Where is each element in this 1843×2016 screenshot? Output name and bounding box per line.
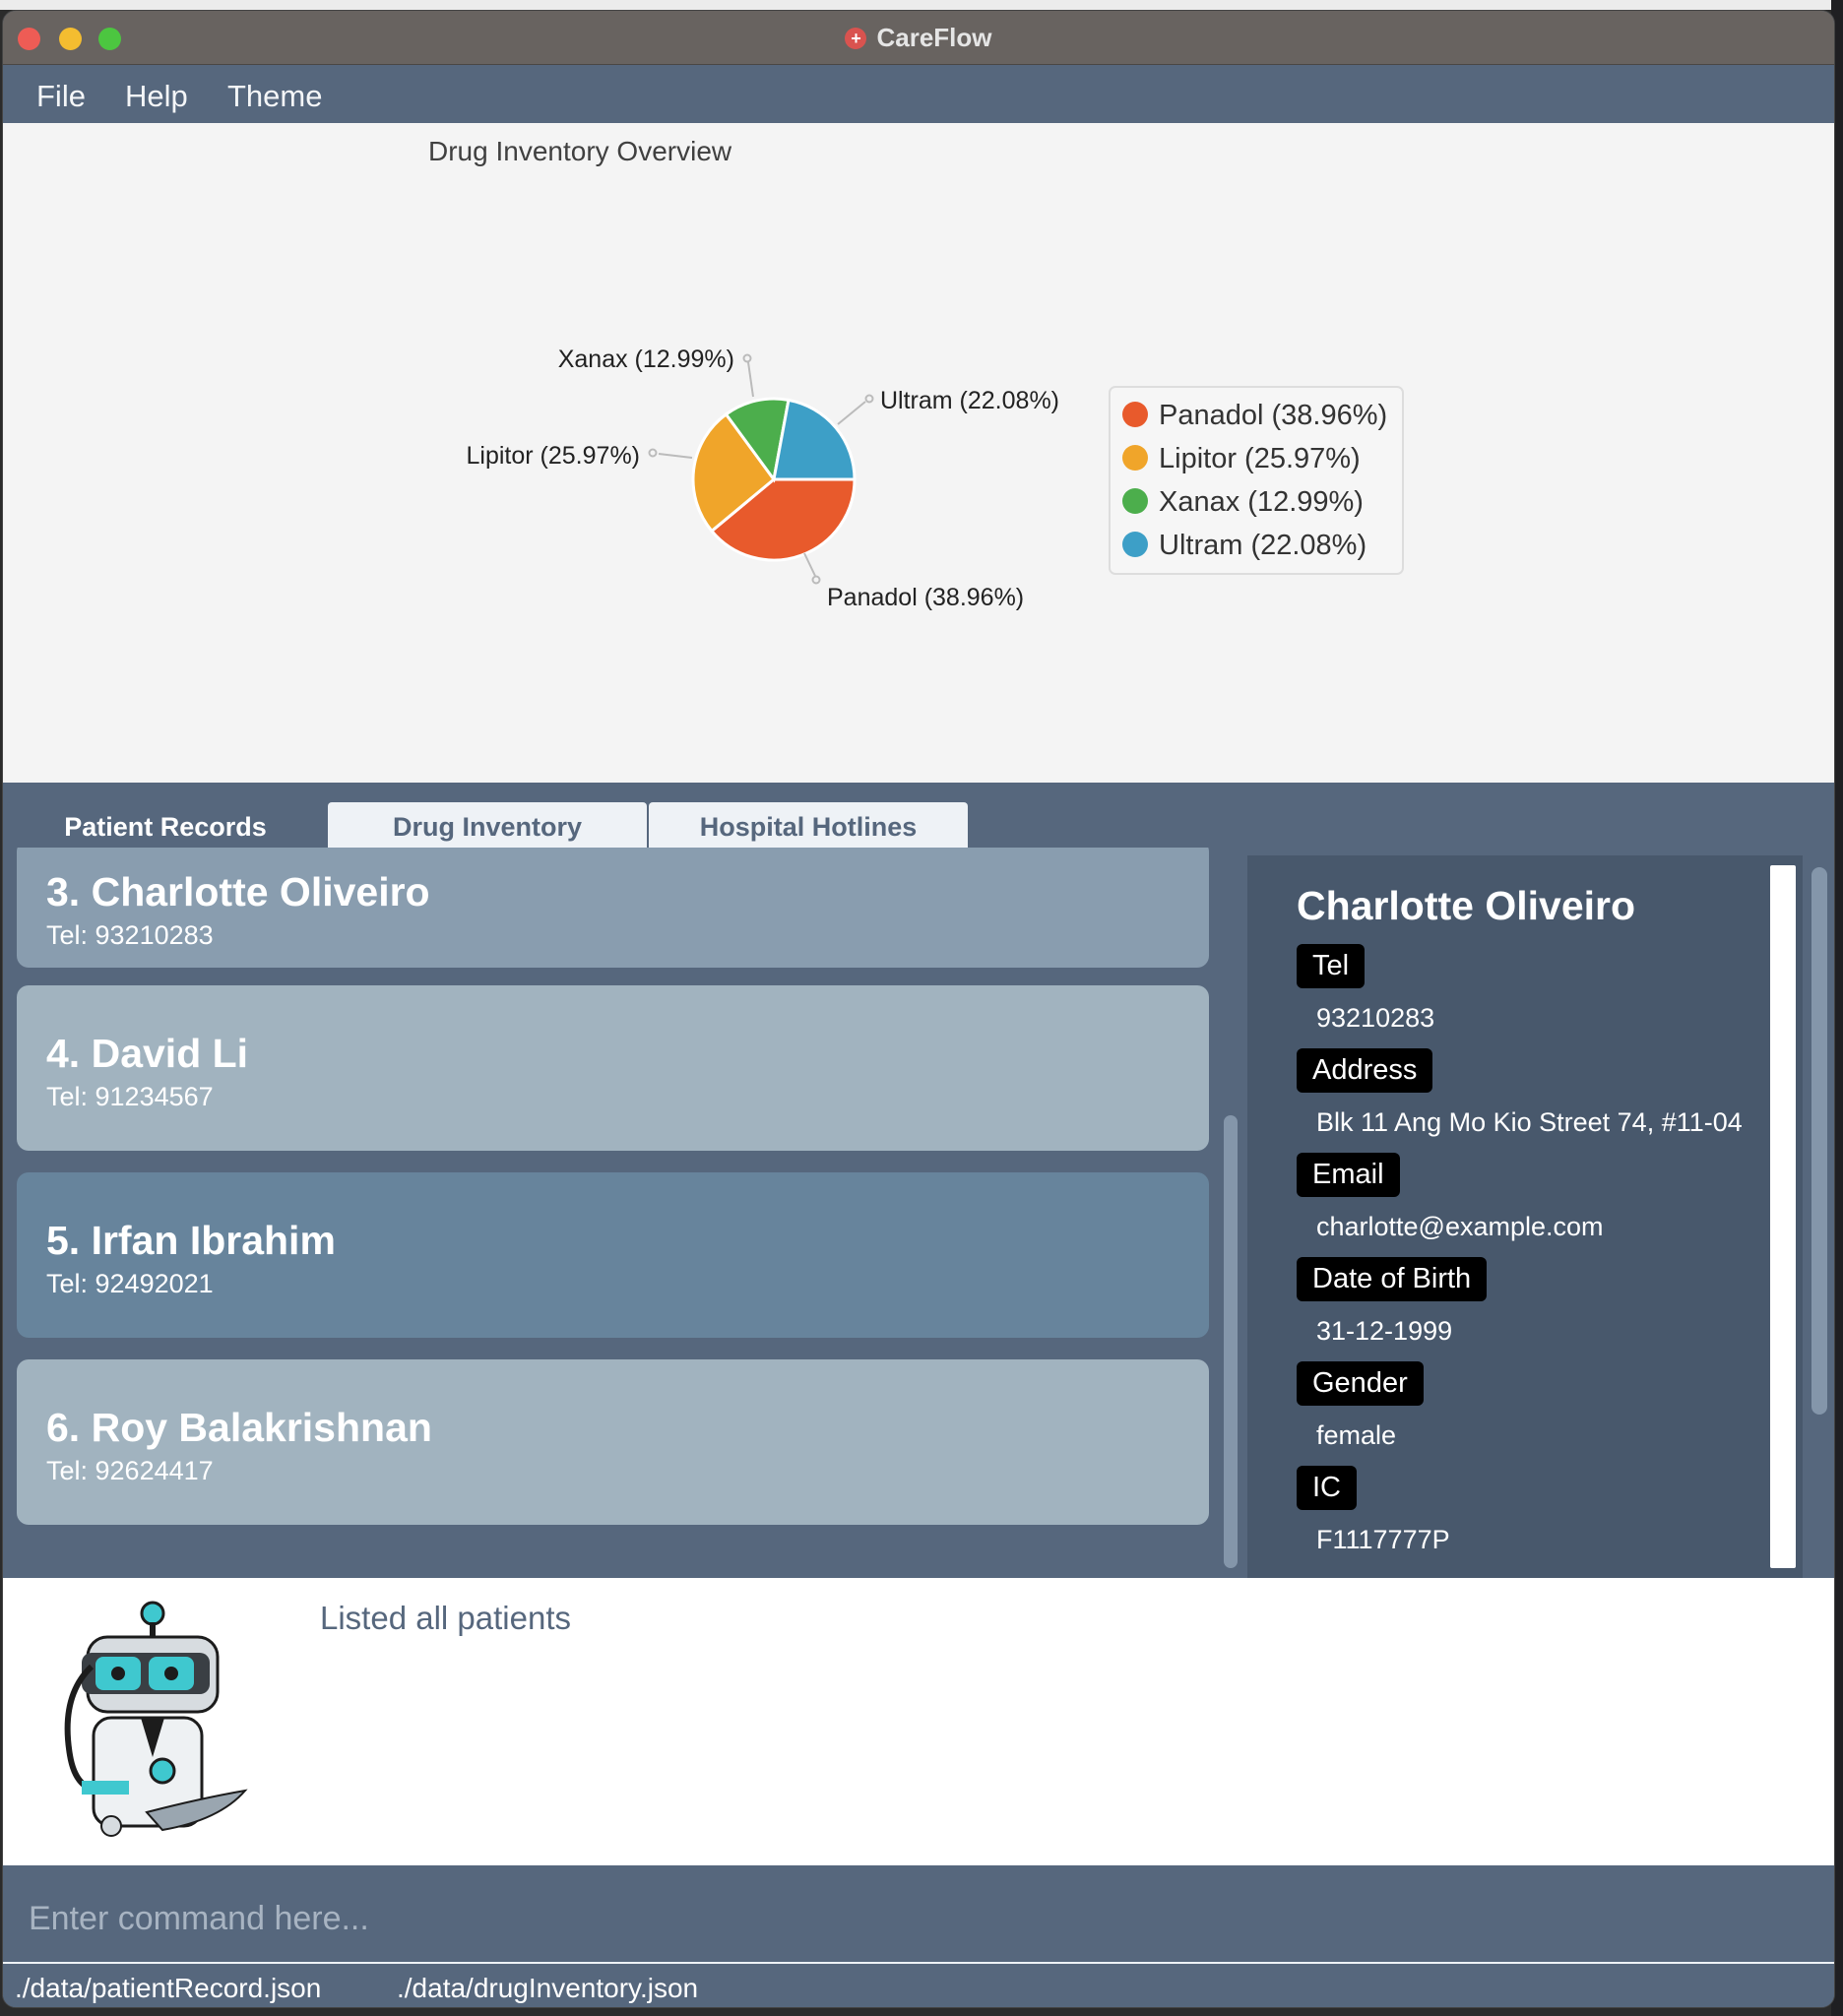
slice-label-leader-lipitor (658, 453, 693, 459)
detail-patient-name: Charlotte Oliveiro (1297, 883, 1636, 928)
field-label-email: Email (1297, 1153, 1400, 1197)
menu-bar: File Help Theme (3, 65, 1834, 124)
window-title-text: CareFlow (876, 23, 992, 52)
field-value-ic: F1117777P (1316, 1525, 1450, 1554)
field-label-ic: IC (1297, 1466, 1357, 1510)
patient-card[interactable]: 5. Irfan Ibrahim Tel: 92492021 (17, 1172, 1209, 1338)
menu-theme[interactable]: Theme (227, 79, 322, 114)
tab-drug-inventory[interactable]: Drug Inventory (328, 802, 647, 853)
window-title: + CareFlow (3, 23, 1834, 53)
field-value-tel: 93210283 (1316, 1003, 1435, 1033)
menu-file[interactable]: File (36, 79, 86, 114)
slice-label-ultram: Ultram (22.08%) (880, 387, 1059, 414)
field-label-date-of-birth: Date of Birth (1297, 1257, 1488, 1301)
menu-help[interactable]: Help (125, 79, 188, 114)
detail-scrollbar[interactable] (1770, 865, 1796, 1568)
field-value-email: charlotte@example.com (1316, 1212, 1604, 1241)
patient-name: 5. Irfan Ibrahim (46, 1218, 336, 1263)
patient-tel: Tel: 92624417 (46, 1456, 214, 1485)
legend-swatch-lipitor (1122, 445, 1148, 471)
pie-slices (691, 397, 857, 562)
field-label-tel: Tel (1297, 944, 1366, 988)
slice-label-dot-xanax (742, 353, 752, 363)
slice-label-dot-lipitor (648, 448, 658, 458)
status-drug-file: ./data/drugInventory.json (397, 1973, 699, 2003)
patient-tel: Tel: 91234567 (46, 1082, 214, 1111)
patient-tel: Tel: 92492021 (46, 1269, 214, 1298)
status-patient-file: ./data/patientRecord.json (15, 1973, 322, 2003)
legend-swatch-xanax (1122, 488, 1148, 514)
status-bar: ./data/patientRecord.json ./data/drugInv… (3, 1964, 1834, 2007)
legend-swatch-panadol (1122, 402, 1148, 427)
drug-inventory-chart-panel: Drug Inventory Overview Panadol (38.96%)… (3, 123, 1834, 783)
field-value-address: Blk 11 Ang Mo Kio Street 74, #11-04 (1316, 1107, 1743, 1137)
app-window: + CareFlow File Help Theme Drug Inventory… (2, 10, 1835, 2008)
patient-name: 6. Roy Balakrishnan (46, 1405, 432, 1450)
result-message: Listed all patients (320, 1600, 571, 1636)
patient-card[interactable]: 3. Charlotte Oliveiro Tel: 93210283 (17, 848, 1209, 968)
patient-name: 3. Charlotte Oliveiro (46, 869, 430, 914)
command-box[interactable] (3, 1875, 1834, 1964)
slice-label-leader-panadol (803, 552, 816, 577)
patient-name: 4. David Li (46, 1031, 249, 1076)
pie-chart: Drug Inventory Overview Panadol (38.96%)… (428, 136, 1404, 611)
legend-label-ultram: Ultram (22.08%) (1159, 530, 1366, 561)
patient-list[interactable]: 3. Charlotte Oliveiro Tel: 93210283 4. D… (7, 848, 1228, 1578)
tab-bar: Patient Records Drug Inventory Hospital … (3, 783, 1834, 853)
outer-scrollbar[interactable] (1811, 867, 1827, 1415)
pie-slice-ultram (772, 398, 857, 481)
patient-list-scrollbar[interactable] (1224, 1115, 1238, 1568)
chart-legend: Panadol (38.96%) Lipitor (25.97%) Xanax … (1109, 386, 1404, 575)
legend-label-xanax: Xanax (12.99%) (1159, 486, 1364, 518)
result-display: Listed all patients (3, 1578, 1834, 1865)
patient-detail-panel: Charlotte Oliveiro Tel 93210283 Address … (1247, 855, 1803, 1578)
legend-swatch-ultram (1122, 532, 1148, 557)
field-value-gender: female (1316, 1420, 1397, 1450)
chart-title: Drug Inventory Overview (428, 136, 732, 166)
slice-label-dot-panadol (811, 575, 821, 585)
legend-label-lipitor: Lipitor (25.97%) (1159, 443, 1361, 474)
robot-doctor-mascot-icon (64, 1601, 248, 1837)
command-input[interactable] (3, 1875, 1834, 1962)
slice-label-panadol: Panadol (38.96%) (827, 584, 1024, 611)
title-bar[interactable]: + CareFlow (3, 11, 1834, 65)
patient-tel: Tel: 93210283 (46, 920, 214, 950)
field-label-gender: Gender (1297, 1361, 1424, 1406)
desktop-background (0, 0, 1843, 10)
tab-hospital-hotlines[interactable]: Hospital Hotlines (649, 802, 968, 853)
field-value-date-of-birth: 31-12-1999 (1316, 1316, 1453, 1346)
patient-card[interactable]: 4. David Li Tel: 91234567 (17, 985, 1209, 1151)
medical-cross-icon: + (845, 28, 867, 49)
slice-label-xanax: Xanax (12.99%) (558, 346, 734, 373)
slice-label-lipitor: Lipitor (25.97%) (467, 442, 640, 470)
field-label-address: Address (1297, 1048, 1433, 1093)
tab-patient-records[interactable]: Patient Records (7, 802, 324, 853)
slice-label-dot-ultram (864, 394, 874, 404)
patient-card[interactable]: 6. Roy Balakrishnan Tel: 92624417 (17, 1359, 1209, 1525)
slice-label-leader-xanax (747, 361, 754, 398)
slice-label-leader-ultram (837, 401, 866, 425)
legend-label-panadol: Panadol (38.96%) (1159, 400, 1387, 431)
